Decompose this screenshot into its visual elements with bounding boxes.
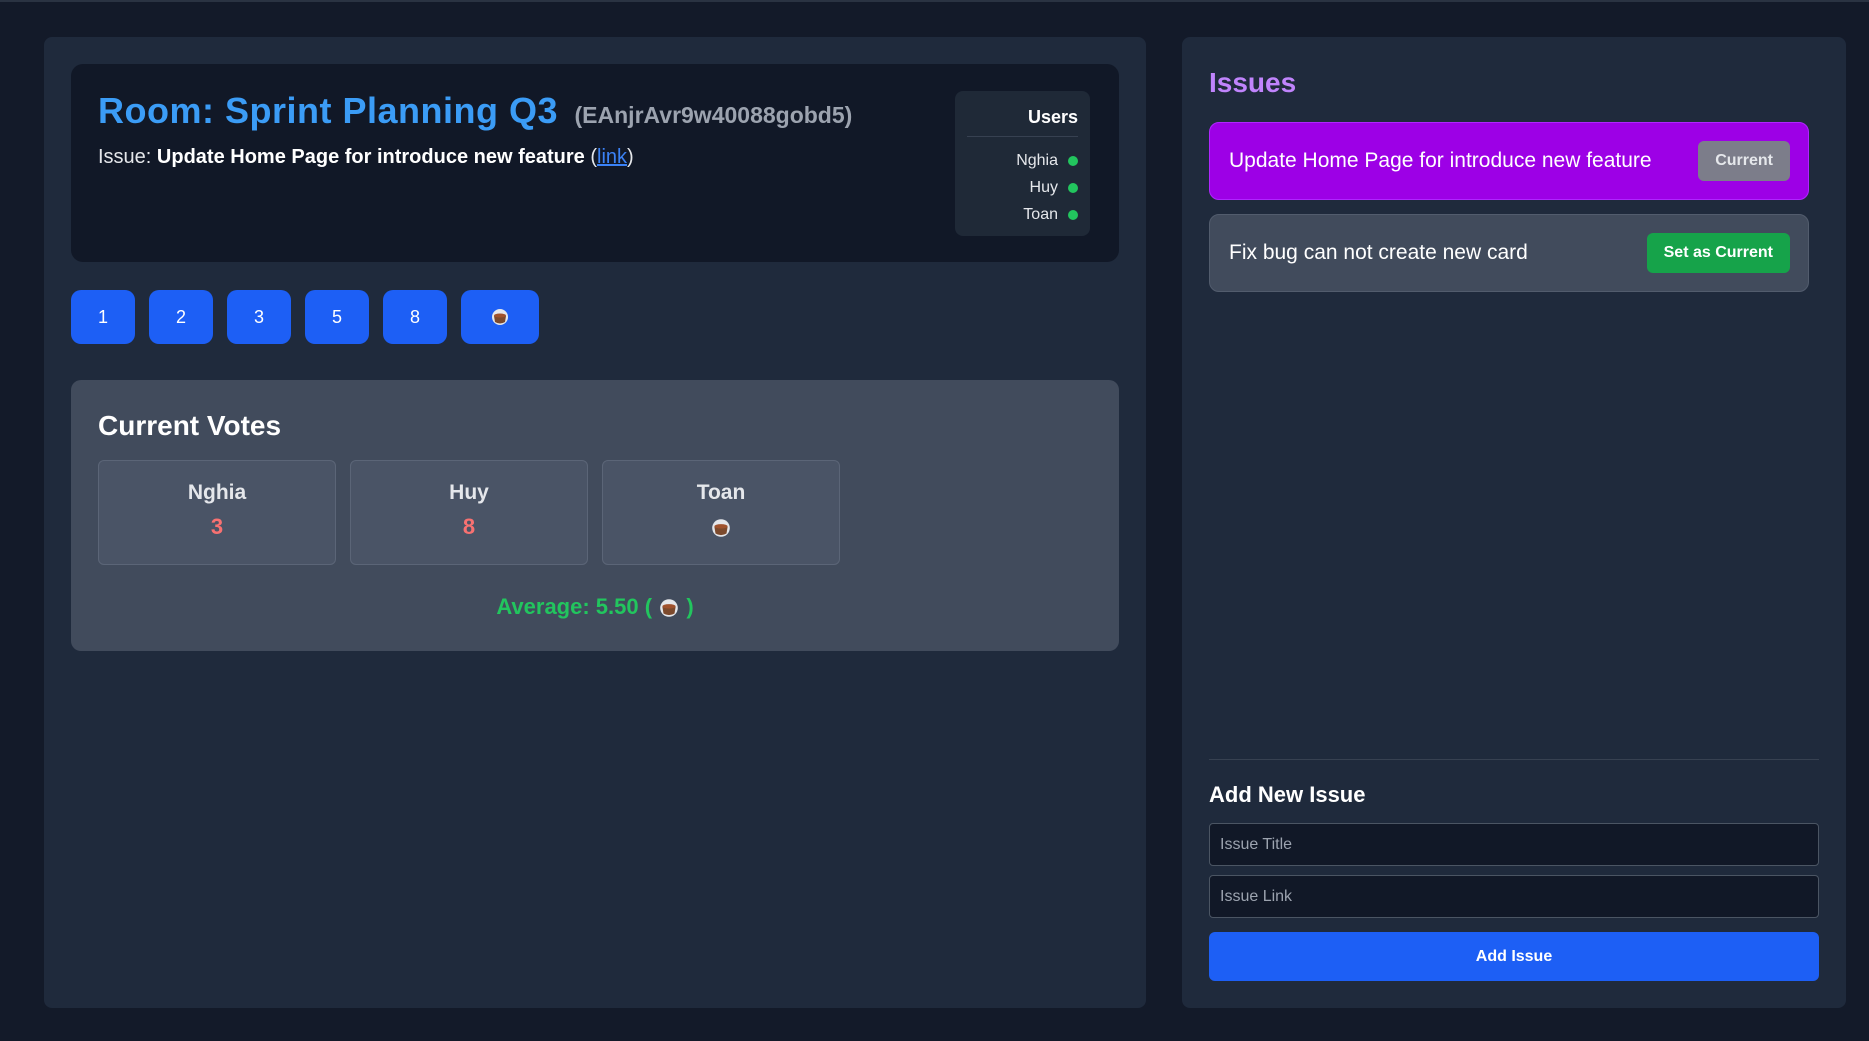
top-border <box>0 0 1869 2</box>
link-open-paren: ( <box>590 146 598 168</box>
vote-button-3[interactable]: 3 <box>227 290 291 344</box>
vote-button-8[interactable]: 8 <box>383 290 447 344</box>
user-name: Huy <box>1029 178 1058 196</box>
issue-title: Fix bug can not create new card <box>1229 241 1528 264</box>
vote-card: Toan <box>602 460 840 565</box>
current-votes-panel: Current Votes Nghia 3 Huy 8 Toan Average… <box>71 380 1119 651</box>
average-text: Average: 5.50 ( <box>496 594 653 619</box>
coffee-cup-icon <box>492 309 508 325</box>
room-title: Room: Sprint Planning Q3 (EAnjrAvr9w4008… <box>98 90 852 132</box>
vote-button-2[interactable]: 2 <box>149 290 213 344</box>
vote-value: 8 <box>462 514 476 539</box>
issues-panel: Issues Update Home Page for introduce ne… <box>1182 37 1846 1008</box>
vote-button-5[interactable]: 5 <box>305 290 369 344</box>
online-status-icon <box>1068 209 1078 220</box>
current-issue-line: Issue: Update Home Page for introduce ne… <box>98 146 634 169</box>
online-status-icon <box>1068 182 1078 193</box>
issue-prefix: Issue: <box>98 146 152 168</box>
user-name: Nghia <box>1016 151 1058 169</box>
current-issue-title: Update Home Page for introduce new featu… <box>156 146 585 168</box>
link-close-paren: ) <box>627 146 634 168</box>
user-name: Toan <box>1023 205 1058 223</box>
room-panel: Room: Sprint Planning Q3 (EAnjrAvr9w4008… <box>44 37 1146 1008</box>
current-votes-title: Current Votes <box>98 410 282 441</box>
user-item: Toan <box>967 201 1078 228</box>
set-as-current-button[interactable]: Set as Current <box>1646 233 1790 273</box>
vote-options: 1 2 3 5 8 <box>71 290 539 344</box>
coffee-cup-icon <box>660 599 678 617</box>
users-list: Users Nghia Huy Toan <box>955 91 1090 236</box>
user-item: Nghia <box>967 147 1078 174</box>
room-name: Room: Sprint Planning Q3 <box>98 90 558 131</box>
issue-link-input[interactable] <box>1209 875 1819 918</box>
vote-value-coffee <box>710 514 732 540</box>
online-status-icon <box>1068 155 1078 166</box>
coffee-cup-icon <box>712 519 730 537</box>
room-header: Room: Sprint Planning Q3 (EAnjrAvr9w4008… <box>71 64 1119 262</box>
vote-value: 3 <box>210 514 224 539</box>
voter-name: Nghia <box>187 481 247 504</box>
vote-button-1[interactable]: 1 <box>71 290 135 344</box>
users-title: Users <box>967 107 1078 137</box>
add-issue-form: Add New Issue Add Issue <box>1209 759 1819 981</box>
add-issue-title: Add New Issue <box>1209 782 1366 807</box>
vote-cards: Nghia 3 Huy 8 Toan <box>98 460 840 565</box>
vote-card: Huy 8 <box>350 460 588 565</box>
issue-link[interactable]: link <box>597 146 627 168</box>
vote-card: Nghia 3 <box>98 460 336 565</box>
user-item: Huy <box>967 174 1078 201</box>
average-close: ) <box>686 594 694 619</box>
issue-item[interactable]: Fix bug can not create new card Set as C… <box>1209 214 1809 292</box>
issue-title: Update Home Page for introduce new featu… <box>1229 149 1652 172</box>
issue-item-current[interactable]: Update Home Page for introduce new featu… <box>1209 122 1809 200</box>
issues-title: Issues <box>1209 67 1297 98</box>
voter-name: Huy <box>449 481 489 504</box>
current-button[interactable]: Current <box>1698 141 1790 181</box>
room-id: (EAnjrAvr9w40088gobd5) <box>574 102 853 128</box>
issue-title-input[interactable] <box>1209 823 1819 866</box>
vote-button-coffee[interactable] <box>461 290 539 344</box>
add-issue-button[interactable]: Add Issue <box>1209 932 1819 981</box>
voter-name: Toan <box>696 481 746 504</box>
average-vote: Average: 5.50 ( ) <box>71 594 1119 620</box>
